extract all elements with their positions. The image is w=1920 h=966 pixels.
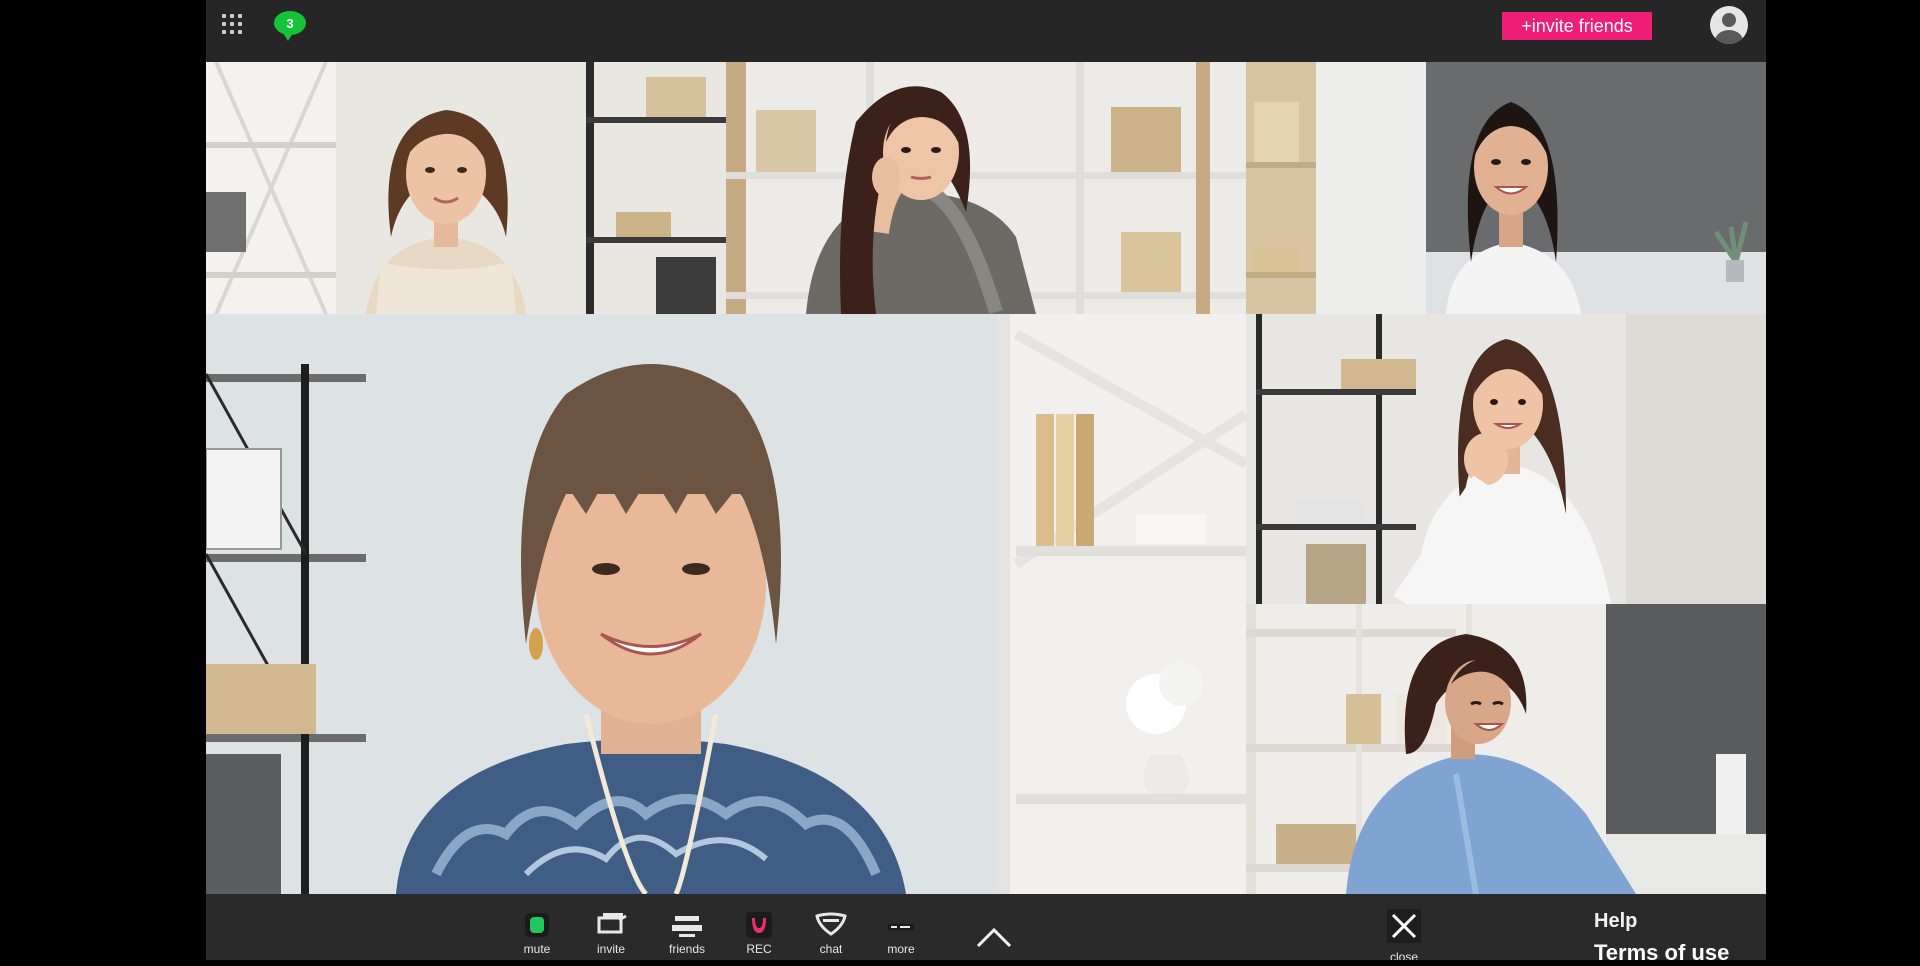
record-button[interactable]: REC: [732, 910, 786, 966]
terms-of-use-link[interactable]: Terms of use: [1594, 940, 1729, 960]
top-bar: 3 +invite friends: [206, 0, 1766, 62]
participant-video-tile[interactable]: [726, 62, 1246, 314]
friends-icon: [669, 910, 705, 940]
participant-video-tile[interactable]: [206, 62, 726, 314]
microphone-icon: [519, 910, 555, 940]
mute-button[interactable]: mute: [510, 910, 564, 966]
participant-video-tile[interactable]: [1246, 604, 1766, 894]
record-icon: [741, 910, 777, 940]
close-icon[interactable]: [1386, 908, 1422, 944]
invite-label: invite: [596, 942, 625, 956]
chat-icon: [813, 910, 849, 940]
active-speaker-video-tile[interactable]: [206, 314, 1246, 894]
help-link[interactable]: Help: [1594, 910, 1637, 933]
more-label: more: [887, 942, 915, 956]
chevron-up-icon[interactable]: [974, 922, 1014, 950]
participant-video-tile[interactable]: [1246, 314, 1766, 604]
invite-icon: [593, 910, 629, 940]
friends-label: friends: [668, 942, 706, 956]
chat-button[interactable]: chat: [804, 910, 858, 966]
close-label: close: [1389, 950, 1418, 960]
user-avatar-icon[interactable]: [1710, 6, 1748, 44]
invite-friends-button[interactable]: +invite friends: [1502, 12, 1652, 40]
more-icon: [883, 910, 919, 940]
video-call-app: 3 +invite friends mute invite friends RE…: [206, 0, 1766, 960]
apps-grid-icon[interactable]: [222, 14, 242, 34]
friends-button[interactable]: friends: [660, 910, 714, 966]
invite-button[interactable]: invite: [584, 910, 638, 966]
more-button[interactable]: more: [874, 910, 928, 966]
chat-count-badge[interactable]: 3: [274, 11, 306, 41]
mute-label: mute: [523, 942, 551, 956]
chat-label: chat: [819, 942, 843, 956]
participant-video-tile[interactable]: [1246, 62, 1766, 314]
record-label: REC: [746, 942, 772, 956]
